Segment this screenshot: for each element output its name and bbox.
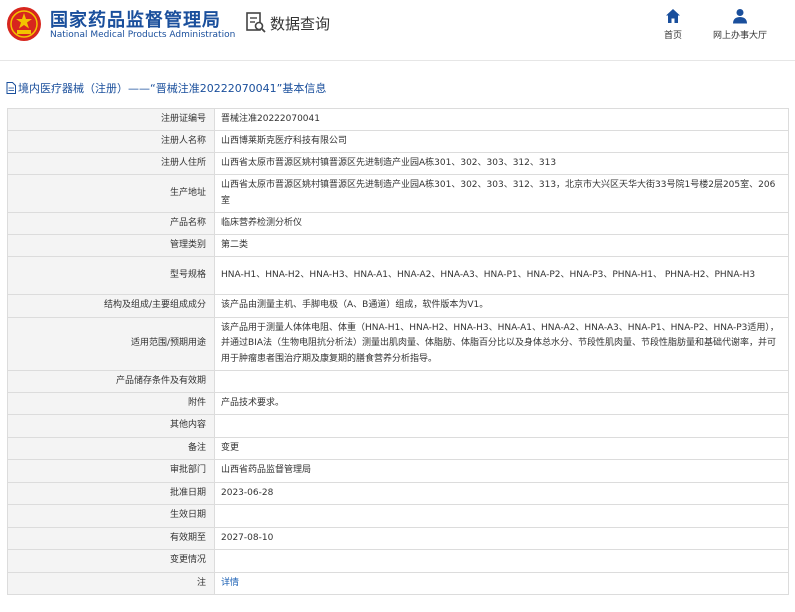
- breadcrumb-text: 境内医疗器械（注册）——“晋械注准20222070041”基本信息: [18, 82, 327, 95]
- field-value: 2027-08-10: [214, 527, 789, 550]
- field-label: 生产地址: [7, 174, 215, 213]
- brand-title: 国家药品监督管理局: [50, 10, 221, 31]
- table-row: 产品储存条件及有效期: [7, 370, 789, 393]
- data-query-title: 数据查询: [246, 10, 330, 36]
- table-row: 结构及组成/主要组成成分 该产品由测量主机、手脚电极（A、B通道）组成，软件版本…: [7, 294, 789, 318]
- field-value: 山西省太原市晋源区姚村镇晋源区先进制造产业园A栋301、302、303、312、…: [214, 174, 789, 213]
- field-label: 型号规格: [7, 256, 215, 295]
- field-value: [214, 414, 789, 438]
- table-row: 管理类别 第二类: [7, 234, 789, 257]
- field-value: 该产品由测量主机、手脚电极（A、B通道）组成，软件版本为V1。: [214, 294, 789, 318]
- table-row: 备注 变更: [7, 437, 789, 460]
- table-row: 批准日期 2023-06-28: [7, 482, 789, 505]
- field-label: 产品名称: [7, 212, 215, 235]
- nav-online-service-hall[interactable]: 网上办事大厅: [705, 8, 775, 41]
- table-row: 变更情况: [7, 549, 789, 573]
- document-icon: [6, 82, 16, 94]
- table-row: 适用范围/预期用途 该产品用于测量人体体电阻、体重（HNA-H1、HNA-H2、…: [7, 317, 789, 371]
- field-label: 附件: [7, 392, 215, 415]
- field-value: [214, 504, 789, 528]
- field-label: 备注: [7, 437, 215, 460]
- table-row: 有效期至 2027-08-10: [7, 527, 789, 550]
- table-row: 注 详情: [7, 572, 789, 595]
- table-row: 产品名称 临床营养检测分析仪: [7, 212, 789, 235]
- national-emblem-icon: [7, 7, 41, 41]
- details-link[interactable]: 详情: [221, 578, 239, 588]
- field-value: 山西省太原市晋源区姚村镇晋源区先进制造产业园A栋301、302、303、312、…: [214, 152, 789, 175]
- field-value: 产品技术要求。: [214, 392, 789, 415]
- site-header: 国家药品监督管理局 National Medical Products Admi…: [0, 0, 795, 50]
- field-value: 晋械注准20222070041: [214, 108, 789, 131]
- field-label: 批准日期: [7, 482, 215, 505]
- nav-home[interactable]: 首页: [638, 8, 708, 41]
- table-row: 其他内容: [7, 414, 789, 438]
- field-value: [214, 370, 789, 393]
- field-value: 2023-06-28: [214, 482, 789, 505]
- field-value: 临床营养检测分析仪: [214, 212, 789, 235]
- registration-detail-table: 注册证编号 晋械注准20222070041 注册人名称 山西博莱斯克医疗科技有限…: [7, 108, 789, 595]
- field-value-cell: 详情: [214, 572, 789, 595]
- table-row: 型号规格 HNA-H1、HNA-H2、HNA-H3、HNA-A1、HNA-A2、…: [7, 256, 789, 295]
- field-label: 结构及组成/主要组成成分: [7, 294, 215, 318]
- table-row: 生效日期: [7, 504, 789, 528]
- brand-subtitle: National Medical Products Administration: [50, 30, 236, 40]
- field-value: 第二类: [214, 234, 789, 257]
- field-label: 其他内容: [7, 414, 215, 438]
- search-document-icon: [246, 12, 266, 33]
- home-icon: [666, 9, 680, 23]
- table-row: 注册人名称 山西博莱斯克医疗科技有限公司: [7, 130, 789, 153]
- table-row: 附件 产品技术要求。: [7, 392, 789, 415]
- field-label: 管理类别: [7, 234, 215, 257]
- field-value: [214, 549, 789, 573]
- header-divider: [0, 60, 795, 61]
- field-label: 适用范围/预期用途: [7, 317, 215, 371]
- user-icon: [733, 9, 747, 24]
- field-label: 审批部门: [7, 459, 215, 483]
- table-row: 注册人住所 山西省太原市晋源区姚村镇晋源区先进制造产业园A栋301、302、30…: [7, 152, 789, 175]
- field-label: 注册人名称: [7, 130, 215, 153]
- field-label: 注册人住所: [7, 152, 215, 175]
- nav-online-label: 网上办事大厅: [712, 31, 767, 41]
- nav-home-label: 首页: [663, 31, 682, 41]
- data-query-label: 数据查询: [270, 14, 331, 33]
- field-label: 产品储存条件及有效期: [7, 370, 215, 393]
- field-label: 注: [7, 572, 215, 595]
- table-row: 生产地址 山西省太原市晋源区姚村镇晋源区先进制造产业园A栋301、302、303…: [7, 174, 789, 213]
- table-row: 审批部门 山西省药品监督管理局: [7, 459, 789, 483]
- field-value: HNA-H1、HNA-H2、HNA-H3、HNA-A1、HNA-A2、HNA-A…: [214, 256, 789, 295]
- table-row: 注册证编号 晋械注准20222070041: [7, 108, 789, 131]
- field-label: 生效日期: [7, 504, 215, 528]
- field-label: 有效期至: [7, 527, 215, 550]
- field-label: 变更情况: [7, 549, 215, 573]
- field-value: 山西省药品监督管理局: [214, 459, 789, 483]
- field-label: 注册证编号: [7, 108, 215, 131]
- field-value: 山西博莱斯克医疗科技有限公司: [214, 130, 789, 153]
- field-value: 变更: [214, 437, 789, 460]
- field-value: 该产品用于测量人体体电阻、体重（HNA-H1、HNA-H2、HNA-H3、HNA…: [214, 317, 789, 371]
- breadcrumb: 境内医疗器械（注册）——“晋械注准20222070041”基本信息: [6, 79, 326, 97]
